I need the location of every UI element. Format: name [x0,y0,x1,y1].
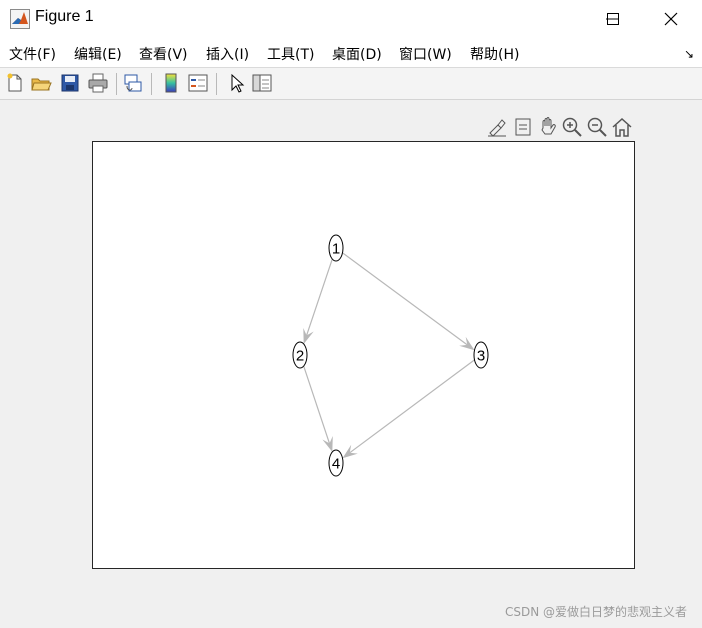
toolbar-separator [216,73,217,95]
maximize-button[interactable] [587,0,645,38]
menu-tools[interactable]: 工具(T) [267,44,314,64]
save-icon[interactable] [59,72,81,94]
pan-icon[interactable] [537,116,559,138]
edge-arrowhead-1-3 [459,336,475,351]
print-icon[interactable] [87,72,109,94]
menu-file[interactable]: 文件(F) [9,44,56,64]
menu-desktop[interactable]: 桌面(D) [332,44,382,64]
menu-view[interactable]: 查看(V) [139,44,188,64]
edge-1-2 [305,258,333,339]
new-figure-icon[interactable] [4,72,26,94]
link-plot-icon[interactable] [122,72,144,94]
edge-1-3 [342,252,471,348]
dock-arrow-icon[interactable]: ↘ [684,47,694,61]
window-title: Figure 1 [35,8,94,25]
maximize-icon [607,13,619,25]
node-label-1: 1 [332,241,340,258]
menu-window[interactable]: 窗口(W) [399,44,452,64]
property-inspector-icon[interactable] [251,72,273,94]
close-icon [664,12,678,26]
menu-bar: 文件(F) 编辑(E) 查看(V) 插入(I) 工具(T) 桌面(D) 窗口(W… [0,38,702,68]
open-file-icon[interactable] [30,72,52,94]
figure-toolbar [0,68,702,100]
data-tips-icon[interactable] [512,116,534,138]
toolbar-separator [116,73,117,95]
menu-help[interactable]: 帮助(H) [470,44,519,64]
edge-2-4 [303,365,331,447]
node-label-3: 3 [477,348,485,365]
node-label-2: 2 [296,348,304,365]
title-bar: Figure 1 [0,0,702,38]
menu-insert[interactable]: 插入(I) [206,44,249,64]
close-button[interactable] [642,0,700,38]
matlab-logo-icon [10,9,30,29]
legend-icon[interactable] [187,72,209,94]
edge-3-4 [346,359,475,456]
menu-edit[interactable]: 编辑(E) [74,44,122,64]
zoom-in-icon[interactable] [561,116,583,138]
toolbar-separator [151,73,152,95]
colorbar-icon[interactable] [160,72,182,94]
edge-arrowhead-3-4 [342,444,358,459]
digraph-plot: 1 2 3 4 [292,234,489,477]
zoom-out-icon[interactable] [586,116,608,138]
watermark: CSDN @爱做白日梦的悲观主义者 [504,605,687,619]
node-label-4: 4 [332,456,340,473]
edit-plot-icon[interactable] [226,72,248,94]
brush-icon[interactable] [486,116,508,138]
home-icon[interactable] [611,116,633,138]
plot-axes[interactable]: 1 2 3 4 [92,141,635,569]
